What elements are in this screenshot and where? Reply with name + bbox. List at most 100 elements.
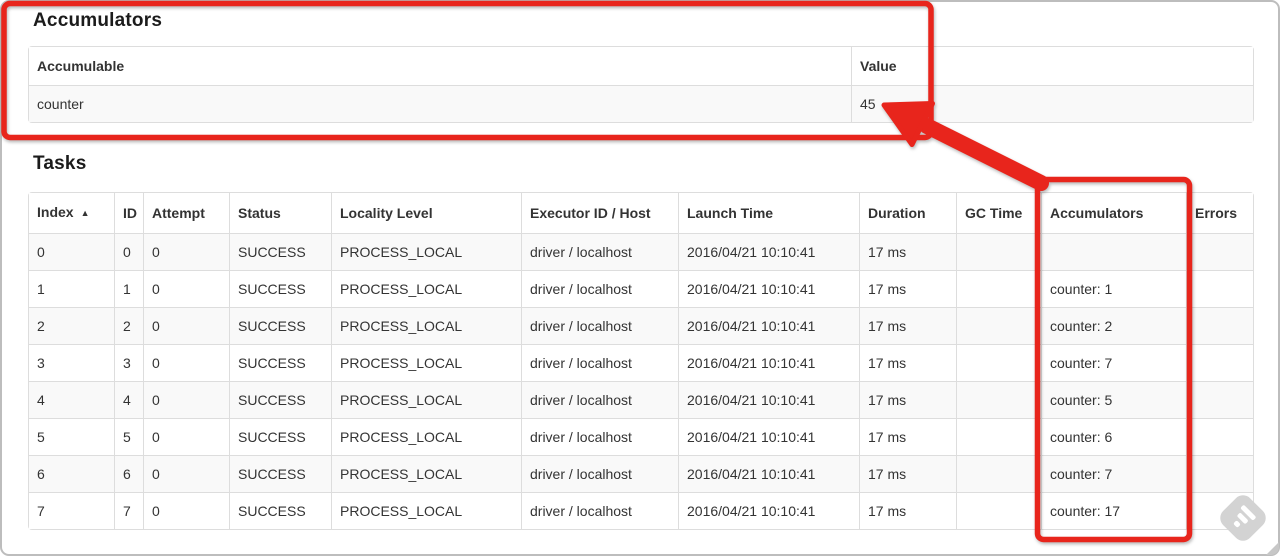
table-cell <box>1186 344 1253 381</box>
table-cell: 1 <box>29 270 114 307</box>
table-cell: 17 ms <box>859 307 956 344</box>
table-cell: PROCESS_LOCAL <box>331 455 521 492</box>
table-cell: PROCESS_LOCAL <box>331 233 521 270</box>
table-cell <box>956 344 1041 381</box>
table-cell: 0 <box>143 307 229 344</box>
table-cell: driver / localhost <box>521 307 678 344</box>
table-cell <box>956 307 1041 344</box>
table-cell: 0 <box>143 418 229 455</box>
resize-grip-icon <box>1266 542 1279 555</box>
table-cell: counter: 5 <box>1041 381 1186 418</box>
accumulable-value-cell: 45 <box>851 85 1253 122</box>
table-cell <box>1041 233 1186 270</box>
table-cell: SUCCESS <box>229 344 331 381</box>
tasks-header-row: Index ▲ ID Attempt Status Locality Level … <box>29 193 1253 233</box>
col-header-id[interactable]: ID <box>114 193 143 233</box>
table-cell: counter: 17 <box>1041 492 1186 529</box>
accumulators-section-heading: Accumulators <box>33 10 163 31</box>
table-cell: driver / localhost <box>521 233 678 270</box>
table-cell: 17 ms <box>859 344 956 381</box>
table-cell <box>956 492 1041 529</box>
table-cell: 3 <box>29 344 114 381</box>
table-cell: 2016/04/21 10:10:41 <box>678 381 859 418</box>
table-cell: 2 <box>114 307 143 344</box>
table-cell: 2016/04/21 10:10:41 <box>678 492 859 529</box>
table-cell: 0 <box>143 270 229 307</box>
col-header-index-label: Index <box>37 204 74 220</box>
table-cell: counter: 6 <box>1041 418 1186 455</box>
table-cell <box>1186 455 1253 492</box>
col-header-executor-id-host[interactable]: Executor ID / Host <box>521 193 678 233</box>
table-cell <box>1186 270 1253 307</box>
table-cell: 2016/04/21 10:10:41 <box>678 344 859 381</box>
table-cell: 6 <box>29 455 114 492</box>
table-cell: 0 <box>143 233 229 270</box>
table-cell: 3 <box>114 344 143 381</box>
col-header-duration[interactable]: Duration <box>859 193 956 233</box>
col-header-attempt[interactable]: Attempt <box>143 193 229 233</box>
col-header-value: Value <box>851 47 1253 85</box>
table-cell: 17 ms <box>859 455 956 492</box>
col-header-launch-time[interactable]: Launch Time <box>678 193 859 233</box>
table-cell: 2016/04/21 10:10:41 <box>678 233 859 270</box>
accumulators-table: Accumulable Value counter 45 <box>28 46 1254 123</box>
table-cell: PROCESS_LOCAL <box>331 270 521 307</box>
table-cell: PROCESS_LOCAL <box>331 344 521 381</box>
table-cell <box>956 418 1041 455</box>
table-cell: 5 <box>114 418 143 455</box>
table-cell: 2016/04/21 10:10:41 <box>678 418 859 455</box>
table-cell: 7 <box>29 492 114 529</box>
tasks-section-heading: Tasks <box>33 153 87 174</box>
table-cell: driver / localhost <box>521 381 678 418</box>
table-cell <box>1186 233 1253 270</box>
sort-asc-icon: ▲ <box>80 208 90 218</box>
table-cell: PROCESS_LOCAL <box>331 381 521 418</box>
table-cell: 0 <box>143 381 229 418</box>
table-cell: SUCCESS <box>229 270 331 307</box>
table-cell: counter: 7 <box>1041 455 1186 492</box>
table-cell: 2016/04/21 10:10:41 <box>678 307 859 344</box>
table-row: 2 2 0 SUCCESS PROCESS_LOCAL driver / localhos… <box>29 307 1253 344</box>
col-header-errors[interactable]: Errors <box>1186 193 1253 233</box>
table-cell: SUCCESS <box>229 455 331 492</box>
table-cell: counter: 7 <box>1041 344 1186 381</box>
table-cell: 2 <box>29 307 114 344</box>
table-cell <box>956 381 1041 418</box>
table-cell <box>956 455 1041 492</box>
table-cell: 1 <box>114 270 143 307</box>
table-row: 4 4 0 SUCCESS PROCESS_LOCAL driver / localhos… <box>29 381 1253 418</box>
table-cell: 4 <box>29 381 114 418</box>
table-row: counter 45 <box>29 85 1253 122</box>
col-header-gc-time[interactable]: GC Time <box>956 193 1041 233</box>
table-row: 5 5 0 SUCCESS PROCESS_LOCAL driver / localhos… <box>29 418 1253 455</box>
table-cell: counter: 1 <box>1041 270 1186 307</box>
table-cell: 17 ms <box>859 233 956 270</box>
table-row: 0 0 0 SUCCESS PROCESS_LOCAL driver / localhos… <box>29 233 1253 270</box>
col-header-accumulable: Accumulable <box>29 47 851 85</box>
table-cell: SUCCESS <box>229 381 331 418</box>
table-cell: driver / localhost <box>521 344 678 381</box>
table-cell: driver / localhost <box>521 492 678 529</box>
table-cell <box>956 270 1041 307</box>
table-cell: counter: 2 <box>1041 307 1186 344</box>
table-cell <box>1186 307 1253 344</box>
table-cell: 0 <box>114 233 143 270</box>
col-header-status[interactable]: Status <box>229 193 331 233</box>
col-header-locality-level[interactable]: Locality Level <box>331 193 521 233</box>
col-header-accumulators[interactable]: Accumulators <box>1041 193 1186 233</box>
table-cell: PROCESS_LOCAL <box>331 492 521 529</box>
table-cell: 2016/04/21 10:10:41 <box>678 455 859 492</box>
table-cell: SUCCESS <box>229 418 331 455</box>
table-cell: 7 <box>114 492 143 529</box>
col-header-index[interactable]: Index ▲ <box>29 193 114 233</box>
table-cell: 17 ms <box>859 381 956 418</box>
table-cell: driver / localhost <box>521 418 678 455</box>
table-cell <box>956 233 1041 270</box>
table-cell <box>1186 418 1253 455</box>
table-cell: 0 <box>143 492 229 529</box>
tasks-table: Index ▲ ID Attempt Status Locality Level … <box>28 192 1254 530</box>
table-cell: 2016/04/21 10:10:41 <box>678 270 859 307</box>
table-cell: 5 <box>29 418 114 455</box>
table-cell: 0 <box>29 233 114 270</box>
table-cell: 6 <box>114 455 143 492</box>
